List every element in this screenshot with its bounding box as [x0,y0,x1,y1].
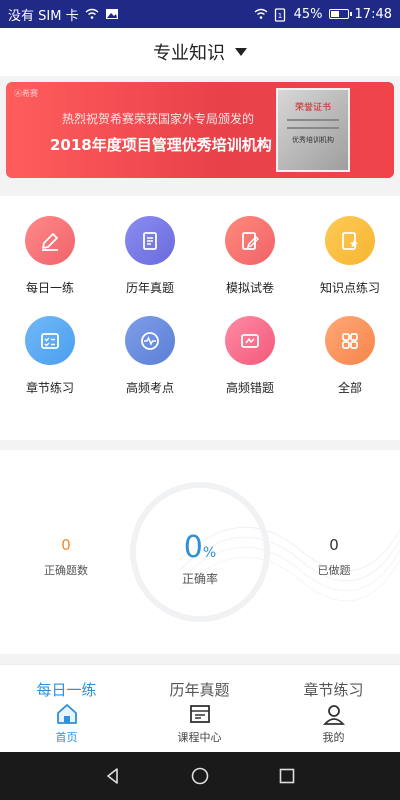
feature-label: 模拟试卷 [225,281,274,295]
bottom-area: 每日一练 历年真题 章节练习 首页 课程中心 我的 [0,664,400,752]
clock-time: 17:48 [354,6,392,22]
nav-course-center[interactable]: 课程中心 [133,701,266,745]
checklist-icon [25,316,75,365]
nav-profile[interactable]: 我的 [267,701,400,745]
certificate-subtitle: 优秀培训机构 [292,136,334,144]
wifi-icon [85,8,99,20]
nav-home[interactable]: 首页 [0,701,133,745]
tab-daily-practice[interactable]: 每日一练 [0,679,133,700]
nav-label: 首页 [55,731,78,744]
dropdown-caret-icon [235,48,247,56]
accuracy-unit: % [202,545,217,561]
banner-line2: 2018年度项目管理优秀培训机构 [50,136,272,154]
pencil-icon [25,216,75,265]
sim-icon: 1 [274,8,288,22]
feature-chapter-practice[interactable]: 章节练习 [0,296,100,396]
feature-label: 章节练习 [25,381,74,395]
nav-label: 课程中心 [177,731,222,744]
battery-icon [328,9,352,19]
status-bar: 没有 SIM 卡 1 45% 17:48 [0,0,400,28]
wifi-signal-icon [254,8,268,20]
stat-done: 0 已做题 [304,536,364,578]
feature-label: 知识点练习 [319,281,380,295]
nav-label: 我的 [322,731,345,744]
grid-icon [325,316,375,365]
user-icon [322,705,345,725]
stats-panel: 0 正确题数 0% 正确率 0 已做题 [0,450,400,654]
certificate-title: 荣誉证书 [294,103,331,113]
feature-label: 高频考点 [125,381,174,395]
subject-selector[interactable]: 专业知识 [0,28,400,76]
system-nav-bar [0,752,400,800]
feature-daily-practice[interactable]: 每日一练 [0,196,100,296]
back-icon[interactable] [103,766,123,786]
feature-label: 全部 [337,381,362,395]
page-title: 专业知识 [153,43,225,64]
feature-grid: 每日一练 历年真题 模拟试卷 知识点练习 章节练习 高频考点 高频错题 全部 [0,196,400,440]
feature-all[interactable]: 全部 [300,296,400,396]
feature-mock-exam[interactable]: 模拟试卷 [200,196,300,296]
banner-area: Ⓐ希赛 热烈祝贺希赛荣获国家外专局颁发的 2018年度项目管理优秀培训机构 荣誉… [0,76,400,186]
tab-past-exams[interactable]: 历年真题 [133,679,266,700]
section-divider [0,440,400,450]
promo-banner[interactable]: Ⓐ希赛 热烈祝贺希赛荣获国家外专局颁发的 2018年度项目管理优秀培训机构 荣誉… [6,82,394,178]
tab-chapter-practice[interactable]: 章节练习 [267,679,400,700]
star-paper-icon [325,216,375,265]
banner-logo: Ⓐ希赛 [14,89,38,98]
feature-hot-topics[interactable]: 高频考点 [100,296,200,396]
feature-label: 每日一练 [25,281,74,295]
certificate-image: 荣誉证书 优秀培训机构 [276,88,350,172]
image-icon [105,8,119,20]
feature-past-exams[interactable]: 历年真题 [100,196,200,296]
accuracy-number: 0 [183,530,203,565]
banner-line1: 热烈祝贺希赛荣获国家外专局颁发的 [62,112,255,126]
svg-text:1: 1 [277,12,281,20]
battery-percent: 45% [293,6,323,22]
feature-knowledge-practice[interactable]: 知识点练习 [300,196,400,296]
feature-label: 高频错题 [225,381,274,395]
done-value: 0 [329,536,339,554]
error-paper-icon [225,316,275,365]
recent-apps-icon[interactable] [277,766,297,786]
certificate-line [287,119,339,121]
home-icon [56,704,77,724]
document-icon [125,216,175,265]
certificate-line [287,127,339,129]
feature-label: 历年真题 [125,281,174,295]
section-divider [0,186,400,196]
feature-common-mistakes[interactable]: 高频错题 [200,296,300,396]
home-circle-icon[interactable] [190,766,210,786]
course-icon [189,705,210,723]
edit-paper-icon [225,216,275,265]
pulse-icon [125,316,175,365]
carrier-text: 没有 SIM 卡 [8,8,79,24]
done-label: 已做题 [317,564,351,577]
section-divider [0,654,400,664]
